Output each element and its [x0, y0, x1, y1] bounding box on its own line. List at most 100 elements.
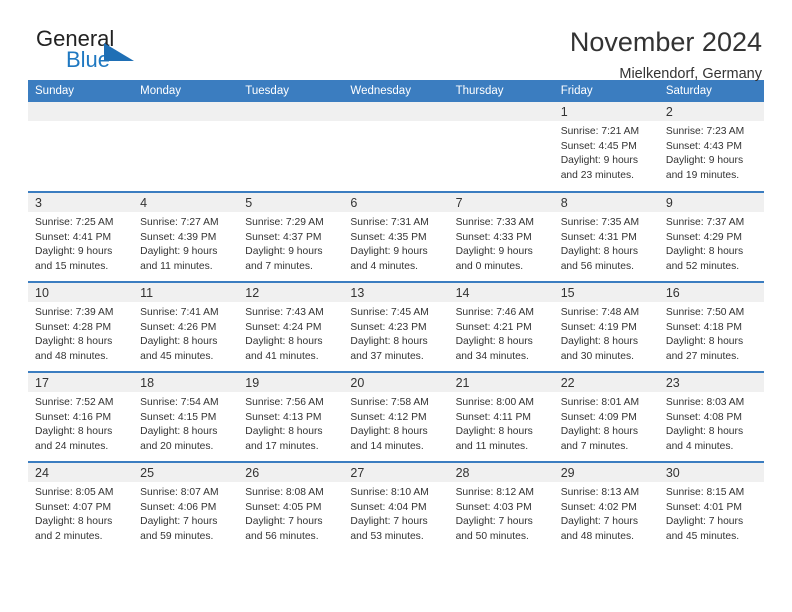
calendar-week-row: 10 Sunrise: 7:39 AM Sunset: 4:28 PM Dayligh…	[28, 281, 764, 372]
day-details: Sunrise: 7:43 AM Sunset: 4:24 PM Daylight:…	[238, 302, 343, 364]
page-title: November 2024	[569, 27, 762, 57]
daylight-text: and 7 minutes.	[245, 260, 313, 272]
sunrise-text: Sunrise: 7:31 AM	[350, 217, 429, 228]
daylight-text: and 14 minutes.	[350, 440, 424, 452]
daylight-text: and 34 minutes.	[455, 350, 529, 362]
calendar-day-cell[interactable]: 11 Sunrise: 7:41 AM Sunset: 4:26 PM Dayligh…	[133, 281, 239, 372]
daylight-text: and 4 minutes.	[350, 260, 418, 272]
calendar-day-cell[interactable]: 29 Sunrise: 8:13 AM Sunset: 4:02 PM Dayligh…	[553, 461, 659, 552]
calendar-day-cell[interactable]: 28 Sunrise: 8:12 AM Sunset: 4:03 PM Dayligh…	[448, 461, 554, 552]
sunrise-text: Sunrise: 7:35 AM	[560, 217, 640, 228]
daylight-text: and 4 minutes.	[665, 440, 734, 452]
sunset-text: Sunset: 4:35 PM	[350, 231, 427, 243]
sunset-text: Sunset: 4:03 PM	[455, 501, 532, 513]
day-number: 19	[238, 373, 344, 392]
day-number: 15	[553, 283, 659, 302]
sunset-text: Sunset: 4:18 PM	[665, 321, 742, 333]
calendar-day-cell[interactable]: 5 Sunrise: 7:29 AM Sunset: 4:37 PM Daylight…	[238, 191, 344, 282]
day-number: 28	[448, 463, 554, 482]
calendar-day-cell[interactable]: 20 Sunrise: 7:58 AM Sunset: 4:12 PM Dayligh…	[343, 371, 449, 462]
calendar-day-cell[interactable]: 14 Sunrise: 7:46 AM Sunset: 4:21 PM Dayligh…	[448, 281, 554, 372]
day-details: Sunrise: 8:07 AM Sunset: 4:06 PM Daylight:…	[133, 482, 238, 544]
day-number: 29	[553, 463, 659, 482]
sunrise-text: Sunrise: 7:25 AM	[35, 217, 114, 228]
sunrise-text: Sunrise: 7:37 AM	[665, 217, 745, 228]
sunset-text: Sunset: 4:37 PM	[245, 231, 322, 243]
sunrise-text: Sunrise: 7:50 AM	[665, 307, 745, 318]
generalblue-logo[interactable]: General Blue	[28, 26, 148, 78]
day-details: Sunrise: 7:33 AM Sunset: 4:33 PM Daylight:…	[449, 212, 554, 274]
sunset-text: Sunset: 4:02 PM	[560, 501, 637, 513]
daylight-text: Daylight: 7 hours	[350, 516, 428, 528]
day-details: Sunrise: 7:35 AM Sunset: 4:31 PM Daylight:…	[554, 212, 659, 274]
day-number: 30	[658, 463, 764, 482]
calendar-day-cell[interactable]: 1 Sunrise: 7:21 AM Sunset: 4:45 PM Daylight…	[553, 102, 659, 192]
day-number: 7	[448, 193, 554, 212]
calendar-day-cell[interactable]: 9 Sunrise: 7:37 AM Sunset: 4:29 PM Daylight…	[658, 191, 764, 282]
logo-triangle-icon	[104, 43, 134, 61]
calendar-day-cell[interactable]: 13 Sunrise: 7:45 AM Sunset: 4:23 PM Dayligh…	[343, 281, 449, 372]
day-details: Sunrise: 7:41 AM Sunset: 4:26 PM Daylight:…	[133, 302, 238, 364]
day-details: Sunrise: 8:01 AM Sunset: 4:09 PM Daylight:…	[554, 392, 659, 454]
calendar-day-cell[interactable]: 18 Sunrise: 7:54 AM Sunset: 4:15 PM Dayligh…	[133, 371, 239, 462]
calendar-day-cell[interactable]: 6 Sunrise: 7:31 AM Sunset: 4:35 PM Daylight…	[343, 191, 449, 282]
day-number: 5	[238, 193, 344, 212]
calendar-day-cell[interactable]: 4 Sunrise: 7:27 AM Sunset: 4:39 PM Daylight…	[133, 191, 239, 282]
calendar-week-row: 17 Sunrise: 7:52 AM Sunset: 4:16 PM Dayligh…	[28, 371, 764, 462]
sunset-text: Sunset: 4:45 PM	[560, 140, 637, 152]
daylight-text: and 56 minutes.	[560, 260, 634, 272]
day-details: Sunrise: 7:50 AM Sunset: 4:18 PM Daylight:…	[659, 302, 764, 364]
calendar-week-row: 24 Sunrise: 8:05 AM Sunset: 4:07 PM Dayligh…	[28, 461, 764, 552]
sunset-text: Sunset: 4:26 PM	[140, 321, 217, 333]
daylight-text: Daylight: 8 hours	[350, 336, 428, 348]
sunrise-text: Sunrise: 8:15 AM	[665, 487, 745, 498]
page-header: General Blue November 2024 Mielkendorf, …	[28, 0, 764, 82]
calendar-day-cell[interactable]: 23 Sunrise: 8:03 AM Sunset: 4:08 PM Dayligh…	[658, 371, 764, 462]
calendar-day-cell[interactable]: 7 Sunrise: 7:33 AM Sunset: 4:33 PM Daylight…	[448, 191, 554, 282]
calendar-day-cell[interactable]: 22 Sunrise: 8:01 AM Sunset: 4:09 PM Dayligh…	[553, 371, 659, 462]
calendar-day-cell[interactable]: 25 Sunrise: 8:07 AM Sunset: 4:06 PM Dayligh…	[133, 461, 239, 552]
calendar-day-cell[interactable]: 17 Sunrise: 7:52 AM Sunset: 4:16 PM Dayligh…	[28, 371, 134, 462]
sunrise-text: Sunrise: 7:45 AM	[350, 307, 429, 318]
sunrise-text: Sunrise: 7:54 AM	[140, 397, 219, 408]
day-number: 10	[28, 283, 134, 302]
calendar-day-cell-empty	[448, 102, 554, 192]
calendar-day-cell[interactable]: 26 Sunrise: 8:08 AM Sunset: 4:05 PM Dayligh…	[238, 461, 344, 552]
day-details: Sunrise: 7:56 AM Sunset: 4:13 PM Daylight:…	[238, 392, 343, 454]
day-number: 25	[133, 463, 239, 482]
calendar-day-cell[interactable]: 21 Sunrise: 8:00 AM Sunset: 4:11 PM Dayligh…	[448, 371, 554, 462]
daylight-text: Daylight: 7 hours	[560, 516, 638, 528]
calendar-day-cell[interactable]: 30 Sunrise: 8:15 AM Sunset: 4:01 PM Dayligh…	[658, 461, 764, 552]
day-number: 20	[343, 373, 449, 392]
sunrise-text: Sunrise: 7:33 AM	[455, 217, 534, 228]
daylight-text: Daylight: 8 hours	[350, 426, 428, 438]
calendar-day-cell[interactable]: 10 Sunrise: 7:39 AM Sunset: 4:28 PM Dayligh…	[28, 281, 134, 372]
calendar-day-cell[interactable]: 24 Sunrise: 8:05 AM Sunset: 4:07 PM Dayligh…	[28, 461, 134, 552]
calendar-day-cell[interactable]: 15 Sunrise: 7:48 AM Sunset: 4:19 PM Dayligh…	[553, 281, 659, 372]
sunset-text: Sunset: 4:23 PM	[350, 321, 427, 333]
weekday-header-wednesday: Wednesday	[343, 80, 449, 102]
calendar-day-cell[interactable]: 12 Sunrise: 7:43 AM Sunset: 4:24 PM Dayligh…	[238, 281, 344, 372]
calendar-day-cell[interactable]: 16 Sunrise: 7:50 AM Sunset: 4:18 PM Dayligh…	[658, 281, 764, 372]
calendar-day-cell[interactable]: 2 Sunrise: 7:23 AM Sunset: 4:43 PM Daylight…	[658, 102, 764, 192]
day-number	[343, 102, 449, 121]
day-number: 11	[133, 283, 239, 302]
day-number: 3	[28, 193, 134, 212]
sunrise-text: Sunrise: 7:56 AM	[245, 397, 324, 408]
daylight-text: Daylight: 8 hours	[35, 426, 113, 438]
sunset-text: Sunset: 4:16 PM	[35, 411, 112, 423]
calendar-day-cell-empty	[343, 102, 449, 192]
sunrise-text: Sunrise: 7:48 AM	[560, 307, 640, 318]
calendar-day-cell[interactable]: 3 Sunrise: 7:25 AM Sunset: 4:41 PM Daylight…	[28, 191, 134, 282]
daylight-text: Daylight: 8 hours	[455, 336, 533, 348]
sunset-text: Sunset: 4:11 PM	[455, 411, 531, 423]
sunrise-text: Sunrise: 8:08 AM	[245, 487, 324, 498]
calendar-day-cell[interactable]: 27 Sunrise: 8:10 AM Sunset: 4:04 PM Dayligh…	[343, 461, 449, 552]
daylight-text: and 50 minutes.	[455, 530, 529, 542]
calendar-day-cell[interactable]: 19 Sunrise: 7:56 AM Sunset: 4:13 PM Dayligh…	[238, 371, 344, 462]
sunrise-text: Sunrise: 8:10 AM	[350, 487, 429, 498]
day-number: 2	[658, 102, 764, 121]
calendar-day-cell[interactable]: 8 Sunrise: 7:35 AM Sunset: 4:31 PM Daylight…	[553, 191, 659, 282]
day-details: Sunrise: 7:21 AM Sunset: 4:45 PM Daylight:…	[554, 121, 659, 183]
daylight-text: Daylight: 8 hours	[140, 336, 218, 348]
